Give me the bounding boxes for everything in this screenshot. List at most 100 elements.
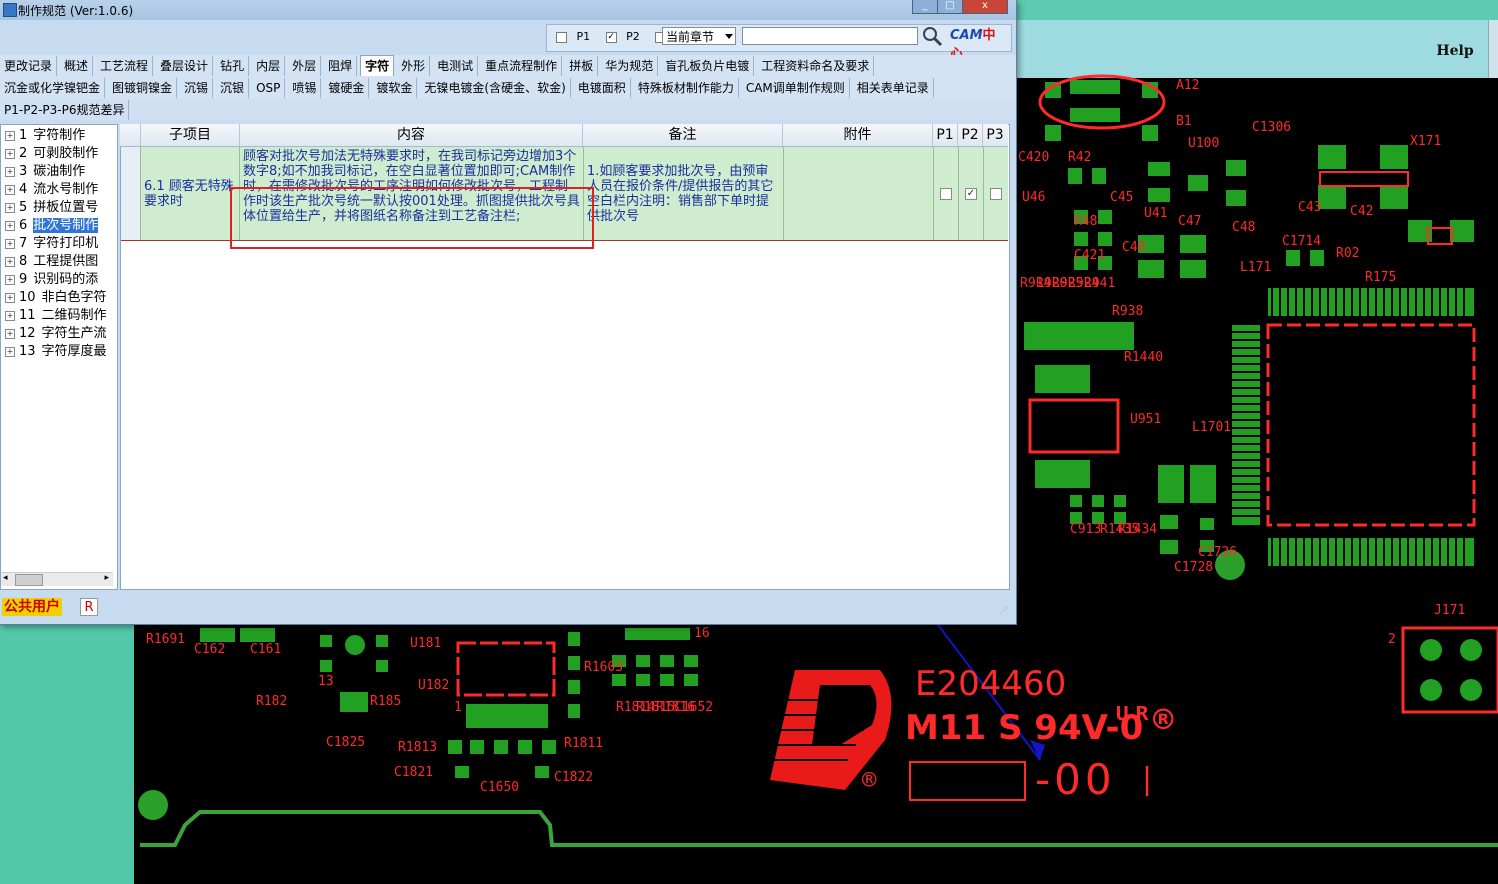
scroll-left-icon[interactable]: ◂: [3, 573, 8, 583]
window-titlebar[interactable]: [0, 0, 1016, 20]
tab-tabs_row1-1[interactable]: 概述: [60, 56, 94, 76]
expand-icon[interactable]: +: [5, 148, 15, 159]
tab-tabs_row1-7[interactable]: 阻焊: [324, 56, 358, 76]
grid-corner[interactable]: [120, 124, 141, 146]
tab-tabs_row2-10[interactable]: 特殊板材制作能力: [634, 78, 739, 98]
tree-item[interactable]: +6 批次号制作: [5, 217, 115, 235]
tree-item-label: 字符厚度最: [41, 344, 107, 359]
chapter-select[interactable]: 当前章节: [662, 27, 736, 45]
resize-grip-icon[interactable]: ⋰: [1000, 606, 1010, 616]
silk-ref-label: R1811: [564, 736, 604, 751]
tab-tabs_row1-5[interactable]: 内层: [252, 56, 286, 76]
tree-item[interactable]: +4 流水号制作: [5, 181, 115, 199]
tab-tabs_row2-11[interactable]: CAM调单制作规则: [742, 78, 850, 98]
col-content[interactable]: 内容: [240, 124, 583, 146]
search-input[interactable]: [742, 27, 918, 45]
expand-icon[interactable]: +: [5, 220, 15, 231]
p1-checkbox[interactable]: [556, 31, 567, 43]
tab-tabs_row1-3[interactable]: 叠层设计: [156, 56, 214, 76]
expand-icon[interactable]: +: [5, 184, 15, 195]
tab-tabs_row2-12[interactable]: 相关表单记录: [853, 78, 934, 98]
minimize-button[interactable]: _: [912, 0, 938, 14]
expand-icon[interactable]: +: [5, 310, 15, 321]
tab-tabs_row1-2[interactable]: 工艺流程: [96, 56, 154, 76]
expand-icon[interactable]: +: [5, 202, 15, 213]
tree-item[interactable]: +9 识别码的添: [5, 271, 115, 289]
tab-tabs_row2-5[interactable]: 喷锡: [288, 78, 322, 98]
silk-ref-label: R1603: [584, 660, 624, 675]
tree-item[interactable]: +1 字符制作: [5, 127, 115, 145]
silk-ref-label: B1: [1176, 114, 1192, 129]
cell-p1: [934, 147, 959, 240]
silk-ref-label: C45: [1110, 190, 1134, 205]
tab-tabs_row2-0[interactable]: 沉金或化学镍钯金: [0, 78, 106, 98]
tab-tabs_row2-7[interactable]: 镀软金: [372, 78, 418, 98]
tab-tabs_row1-10[interactable]: 电测试: [433, 56, 479, 76]
tree-item[interactable]: +2 可剥胶制作: [5, 145, 115, 163]
silk-batch-number: -00: [1035, 755, 1116, 804]
tab-tabs_row1-6[interactable]: 外层: [288, 56, 322, 76]
tab-tabs_row1-15[interactable]: 工程资料命名及要求: [757, 56, 875, 76]
app-icon: [3, 3, 17, 17]
status-badge: R: [80, 598, 98, 616]
row-p3-checkbox[interactable]: [990, 188, 1002, 200]
tab-tabs_row2-9[interactable]: 电镀面积: [574, 78, 631, 98]
silk-ref-label: R1813: [398, 740, 438, 755]
scroll-thumb[interactable]: [15, 574, 43, 586]
expand-icon[interactable]: +: [5, 238, 15, 249]
search-icon[interactable]: [920, 25, 944, 47]
tab-tabs_row2-4[interactable]: OSP: [252, 78, 286, 98]
col-p3[interactable]: P3: [983, 124, 1007, 146]
silk-ref-label: 13: [318, 674, 334, 689]
tab-tabs_row1-4[interactable]: 钻孔: [216, 56, 250, 76]
col-p2[interactable]: P2: [958, 124, 983, 146]
tab-tabs_row2-3[interactable]: 沉银: [216, 78, 250, 98]
expand-icon[interactable]: +: [5, 328, 15, 339]
expand-icon[interactable]: +: [5, 292, 15, 303]
tree-item[interactable]: +12 字符生产流: [5, 325, 115, 343]
col-subitem[interactable]: 子项目: [141, 124, 240, 146]
tree-item[interactable]: +8 工程提供图: [5, 253, 115, 271]
tree-item[interactable]: +7 字符打印机: [5, 235, 115, 253]
tab-tabs_row1-13[interactable]: 华为规范: [601, 56, 659, 76]
close-button[interactable]: x: [962, 0, 1008, 14]
tab-tabs_row1-11[interactable]: 重点流程制作: [481, 56, 563, 76]
maximize-button[interactable]: □: [937, 0, 963, 14]
silk-ref-label: U41: [1144, 206, 1168, 221]
tree-item[interactable]: +13 字符厚度最: [5, 343, 115, 361]
tab-tabs_row1-0[interactable]: 更改记录: [0, 56, 58, 76]
tab-tabs_row2-8[interactable]: 无镍电镀金(含硬金、软金): [420, 78, 571, 98]
current-user: 公共用户: [2, 598, 62, 616]
tree-item[interactable]: +11 二维码制作: [5, 307, 115, 325]
expand-icon[interactable]: +: [5, 256, 15, 267]
tab-tabs_row2-1[interactable]: 图镀铜镍金: [108, 78, 178, 98]
col-attachment[interactable]: 附件: [783, 124, 933, 146]
tree-item-label: 非白色字符: [41, 290, 107, 305]
tree-item-label: 可剥胶制作: [33, 146, 99, 161]
tab-tabs_row1-12[interactable]: 拼板: [565, 56, 599, 76]
tree-item[interactable]: +5 拼板位置号: [5, 199, 115, 217]
tab-tabs_row2-2[interactable]: 沉锡: [180, 78, 214, 98]
tab-tabs_row1-9[interactable]: 外形: [397, 56, 431, 76]
tab-tabs_row3-0[interactable]: P1-P2-P3-P6规范差异: [0, 100, 130, 120]
expand-icon[interactable]: +: [5, 130, 15, 141]
tree-horizontal-scrollbar[interactable]: ◂ ▸: [1, 572, 113, 586]
tab-tabs_row1-8[interactable]: 字符: [360, 55, 395, 76]
expand-icon[interactable]: +: [5, 346, 15, 357]
tree-item-label: 字符生产流: [41, 326, 107, 341]
silk-ref-label: R48: [1074, 214, 1098, 229]
tab-tabs_row1-14[interactable]: 盲孔板负片电镀: [661, 56, 755, 76]
row-p1-checkbox[interactable]: [940, 188, 952, 200]
scroll-right-icon[interactable]: ▸: [104, 573, 109, 583]
expand-icon[interactable]: +: [5, 274, 15, 285]
tab-tabs_row2-6[interactable]: 镀硬金: [324, 78, 370, 98]
col-remark[interactable]: 备注: [583, 124, 783, 146]
expand-icon[interactable]: +: [5, 166, 15, 177]
tree-item-number: 2: [19, 146, 28, 161]
p2-checkbox[interactable]: ✓: [605, 31, 617, 43]
tree-item[interactable]: +3 碳油制作: [5, 163, 115, 181]
row-selector[interactable]: [121, 147, 141, 240]
tree-item[interactable]: +10 非白色字符: [5, 289, 115, 307]
col-p1[interactable]: P1: [933, 124, 958, 146]
row-p2-checkbox[interactable]: ✓: [965, 188, 977, 200]
